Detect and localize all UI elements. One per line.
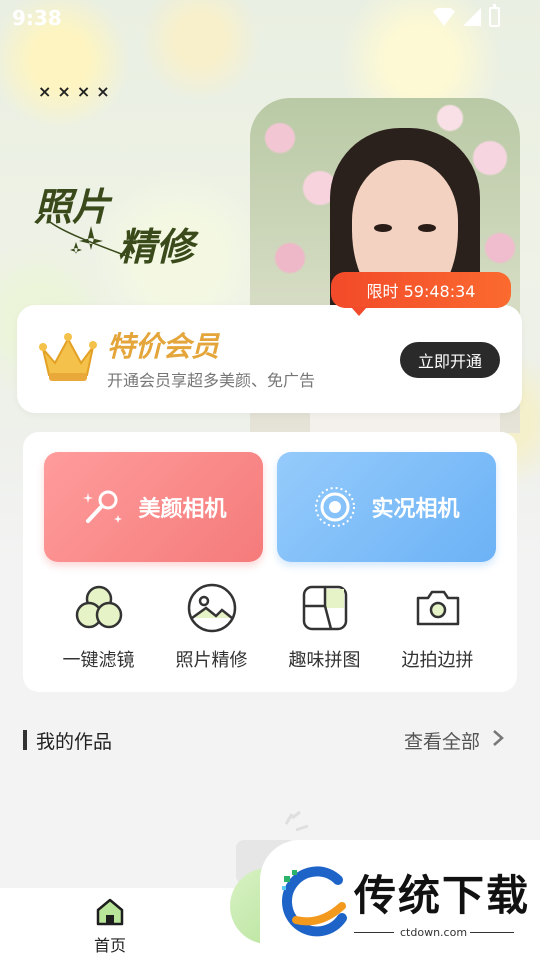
makeup-brush-icon xyxy=(83,490,123,523)
wifi-icon xyxy=(433,8,455,26)
tools-card: 美颜相机 实况相机 一键滤镜 照片精修 趣味拼图 边拍边拼 xyxy=(23,432,517,692)
filter-circles-icon xyxy=(75,585,122,629)
my-works-header: 我的作品 查看全部 xyxy=(23,726,508,756)
status-time: 9:38 xyxy=(12,6,62,30)
signal-icon xyxy=(463,8,481,26)
live-camera-button[interactable]: 实况相机 xyxy=(277,452,496,562)
watermark-divider-left xyxy=(354,932,394,933)
photo-edit-tool-label: 照片精修 xyxy=(175,650,248,671)
watermark-overlay: 传统下载 ctdown.com xyxy=(260,840,540,960)
vip-subtitle: 开通会员享超多美颜、免广告 xyxy=(107,371,316,390)
status-icons xyxy=(433,4,500,27)
view-all-link[interactable]: 查看全部 xyxy=(404,727,480,754)
status-bar: 9:38 xyxy=(0,0,540,36)
camera-icon xyxy=(416,590,459,626)
sparkle-icon xyxy=(49,221,133,259)
watermark-logo-icon xyxy=(282,866,347,937)
shoot-collage-tool-label: 边拍边拼 xyxy=(401,650,474,671)
home-icon xyxy=(96,898,124,926)
battery-icon xyxy=(489,4,500,27)
watermark-divider-right xyxy=(470,932,514,933)
chevron-right-icon[interactable] xyxy=(492,729,504,747)
photo-edit-tool[interactable]: 照片精修 xyxy=(155,582,268,672)
filter-tool-label: 一键滤镜 xyxy=(62,650,135,671)
section-marker xyxy=(23,730,27,750)
beauty-camera-button[interactable]: 美颜相机 xyxy=(44,452,263,562)
nav-home[interactable]: 首页 xyxy=(84,896,136,956)
photo-edit-icon xyxy=(187,583,236,633)
crown-icon xyxy=(39,333,97,381)
vip-promo-card[interactable]: 特价会员 开通会员享超多美颜、免广告 立即开通 xyxy=(17,305,522,413)
portrait-eye-right xyxy=(418,224,436,232)
secondary-tools: 一键滤镜 照片精修 趣味拼图 边拍边拼 xyxy=(23,582,517,682)
beauty-camera-label: 美颜相机 xyxy=(138,497,227,522)
portrait-eye-left xyxy=(374,224,392,232)
vip-title: 特价会员 xyxy=(107,330,220,363)
my-works-title: 我的作品 xyxy=(36,731,113,753)
watermark-url: ctdown.com xyxy=(400,926,468,939)
watermark-brand: 传统下载 xyxy=(354,871,531,920)
live-photo-icon xyxy=(315,487,356,527)
live-camera-label: 实况相机 xyxy=(371,497,460,522)
filter-tool[interactable]: 一键滤镜 xyxy=(42,582,155,672)
collage-tool-label: 趣味拼图 xyxy=(288,650,361,671)
shoot-collage-tool[interactable]: 边拍边拼 xyxy=(381,582,494,672)
open-membership-button[interactable]: 立即开通 xyxy=(400,342,500,378)
countdown-badge: 限时 59:48:34 xyxy=(331,272,511,316)
collage-icon xyxy=(302,585,347,631)
collage-tool[interactable]: 趣味拼图 xyxy=(268,582,381,672)
close-button[interactable]: ×××× xyxy=(38,82,116,101)
nav-home-label: 首页 xyxy=(93,936,126,955)
